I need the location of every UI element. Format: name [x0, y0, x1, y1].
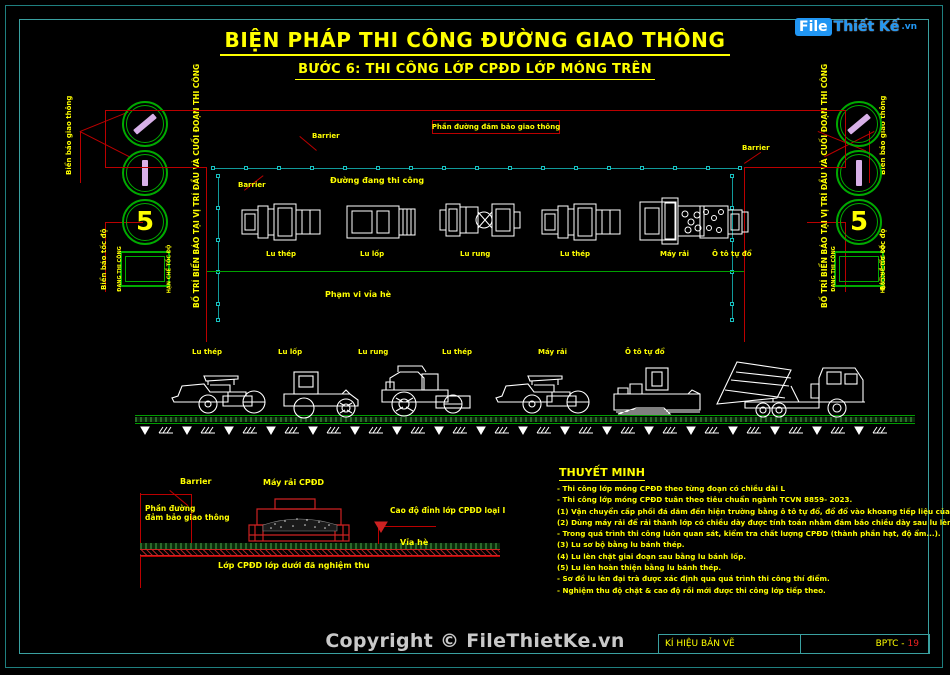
- elev-machine-lu-lop: [283, 371, 359, 419]
- elev-machine-lu-thep-2: [495, 375, 590, 414]
- elev-ground-bottom-line: [135, 423, 915, 424]
- plan-traffic-lane-note: Phần đường đảm bảo giao thông: [432, 120, 560, 134]
- section-top-level-label: Cao độ đỉnh lớp CPĐD loại I: [390, 506, 506, 515]
- section-level-arrow-icon: [374, 521, 388, 533]
- plan-traffic-lane-note-text: Phần đường đảm bảo giao thông: [431, 123, 561, 131]
- left-board-line1: ĐANG THI CÔNG: [116, 246, 123, 292]
- note-line-4: - Trong quá trình thi công luôn quan sát…: [557, 529, 941, 539]
- leader-line-left-stem: [80, 131, 81, 183]
- note-line-9: - Nghiệm thu độ chặt & cao độ rồi mới đư…: [557, 585, 826, 595]
- elev-label-machine-3: Lu thép: [442, 348, 472, 356]
- note-line-1: - Thi công lớp móng CPĐD tuân theo tiêu …: [557, 495, 853, 505]
- title-block: KÍ HIỆU BẢN VẼ BPTC - 19: [658, 634, 930, 654]
- left-board-line2: HẠN CHẾ TỐC ĐỘ: [166, 244, 173, 294]
- section-lower-layer-label: Lớp CPĐD lớp dưới đã nghiệm thu: [218, 561, 370, 570]
- title-block-label: KÍ HIỆU BẢN VẼ: [659, 635, 801, 653]
- notes-title-text: THUYẾT MINH: [559, 466, 645, 481]
- title-block-code: BPTC - 19: [801, 635, 929, 653]
- plan-machine-o-to-tu-do: [699, 205, 749, 239]
- right-sign-speed-limit[interactable]: 5: [836, 199, 882, 245]
- elev-ground-symbols: [140, 426, 887, 436]
- plan-red-left-edge: [206, 167, 207, 342]
- elev-label-machine-4: Máy rải: [538, 348, 568, 356]
- diagonal-bar-icon: [847, 113, 871, 135]
- note-line-3: (2) Dùng máy rải để rải thành lớp có chi…: [557, 517, 950, 527]
- elev-label-machine-5: Ô tô tự đổ: [625, 348, 665, 356]
- note-line-7: (5) Lu lèn hoàn thiện bằng lu bánh thép.: [557, 563, 722, 573]
- right-speed-value: 5: [849, 207, 869, 237]
- note-line-5: (3) Lu sơ bộ bằng lu bánh thép.: [557, 540, 685, 550]
- diagonal-bar-icon: [133, 113, 157, 135]
- elev-label-machine-0: Lu thép: [192, 348, 222, 356]
- right-sign-no-entry-vertical[interactable]: [836, 150, 882, 196]
- elev-machine-o-to-tu-do: [716, 361, 865, 418]
- note-line-2: (1) Vận chuyển cấp phối đá dăm đến hiện …: [557, 506, 950, 516]
- elev-machine-may-rai: [613, 367, 701, 415]
- elev-label-machine-2: Lu rung: [358, 348, 389, 356]
- logo-part-file: File: [795, 18, 832, 36]
- section-traffic-part-line1: Phần đường: [145, 504, 196, 513]
- elev-label-machine-1: Lu lốp: [278, 348, 303, 356]
- left-speed-value: 5: [135, 207, 155, 237]
- elev-machine-lu-rung: [381, 365, 471, 417]
- note-line-6: (4) Lu lèn chặt giai đoạn sau bằng lu bá…: [557, 551, 746, 561]
- right-sign-construction-board[interactable]: ĐANG THI CÔNG HẠN CHẾ TỐC ĐỘ: [830, 245, 886, 294]
- page-title-text: BIỆN PHÁP THI CÔNG ĐƯỜNG GIAO THÔNG: [220, 28, 730, 56]
- elev-machine-lu-thep-1: [171, 375, 266, 414]
- section-paver-label: Máy rải CPĐD: [263, 478, 325, 487]
- plan-sidewalk-boundary: [207, 271, 744, 272]
- page-subtitle-text: BƯỚC 6: THI CÔNG LỚP CPĐD LỚP MÓNG TRÊN: [295, 62, 655, 80]
- plan-red-top-edge: [105, 110, 845, 111]
- plan-barrier-line-left: [218, 175, 219, 320]
- left-speed-sign-label: Biển báo tốc độ: [100, 228, 108, 290]
- right-sign-placement-note: BỐ TRÍ BIỂN BÁO TẠI VỊ TRÍ ĐẦU VÀ CUỐI Đ…: [820, 63, 829, 308]
- page-subtitle: BƯỚC 6: THI CÔNG LỚP CPĐD LỚP MÓNG TRÊN: [0, 62, 950, 80]
- plan-label-machine-1: Lu lốp: [360, 250, 385, 258]
- left-sign-no-entry-diagonal[interactable]: [122, 101, 168, 147]
- plan-label-machine-3: Lu thép: [560, 250, 590, 258]
- right-sign-no-entry-diagonal[interactable]: [836, 101, 882, 147]
- plan-machine-lu-lop: [346, 205, 416, 239]
- note-line-8: - Sơ đồ lu lèn đại trà được xác định qua…: [557, 574, 830, 584]
- plan-barrier-label-right: Barrier: [742, 144, 770, 152]
- plan-barrier-label-left: Barrier: [238, 181, 266, 189]
- plan-label-machine-2: Lu rung: [460, 250, 491, 258]
- plan-road-under-construction-label: Đường đang thi công: [330, 176, 425, 185]
- right-board-line1: ĐANG THI CÔNG: [830, 246, 837, 292]
- plan-label-machine-4: Máy rải: [660, 250, 690, 258]
- section-lower-layer-hatch: [140, 549, 500, 556]
- note-line-0: - Thi công lớp móng CPĐD theo từng đoạn …: [557, 484, 786, 493]
- vertical-bar-icon: [142, 160, 148, 186]
- title-block-code-number: 19: [907, 639, 919, 649]
- plan-barrier-label-top: Barrier: [312, 132, 340, 140]
- logo-part-thietke: Thiết Kế: [833, 19, 900, 35]
- notes-list: - Thi công lớp móng CPĐD theo từng đoạn …: [557, 483, 950, 596]
- cad-drawing-canvas: BIỆN PHÁP THI CÔNG ĐƯỜNG GIAO THÔNG BƯỚC…: [0, 0, 950, 675]
- plan-barrier-line-right: [732, 175, 733, 320]
- plan-sidewalk-scope-label: Phạm vi vỉa hè: [325, 290, 392, 299]
- section-barrier-label: Barrier: [180, 477, 212, 486]
- left-sign-placement-note: BỐ TRÍ BIỂN BÁO TẠI VỊ TRÍ ĐẦU VÀ CUỐI Đ…: [192, 63, 201, 308]
- left-sign-construction-board[interactable]: ĐANG THI CÔNG HẠN CHẾ TỐC ĐỘ: [116, 245, 172, 294]
- section-traffic-part-line2: đảm bảo giao thông: [145, 513, 230, 522]
- notes-title: THUYẾT MINH: [559, 466, 645, 481]
- plan-machine-lu-thep-2: [541, 203, 621, 241]
- section-sidewalk-label: Vỉa hè: [400, 538, 429, 547]
- left-sign-speed-limit[interactable]: 5: [122, 199, 168, 245]
- right-board-line2: HẠN CHẾ TỐC ĐỘ: [880, 244, 887, 294]
- title-block-code-prefix: BPTC -: [875, 639, 905, 649]
- logo-part-vn: .vn: [901, 22, 918, 32]
- plan-label-machine-5: Ô tô tự đổ: [712, 250, 752, 258]
- plan-machine-lu-thep-1: [241, 203, 321, 241]
- vertical-bar-icon: [856, 160, 862, 186]
- plan-machine-may-rai: [639, 197, 705, 245]
- left-traffic-sign-label: Biển báo giao thông: [65, 95, 73, 175]
- left-sign-no-entry-vertical[interactable]: [122, 150, 168, 196]
- filethietke-logo[interactable]: File Thiết Kế .vn: [795, 17, 917, 37]
- section-paver-shape: [248, 498, 350, 542]
- plan-machine-lu-rung: [439, 203, 521, 237]
- plan-label-machine-0: Lu thép: [266, 250, 296, 258]
